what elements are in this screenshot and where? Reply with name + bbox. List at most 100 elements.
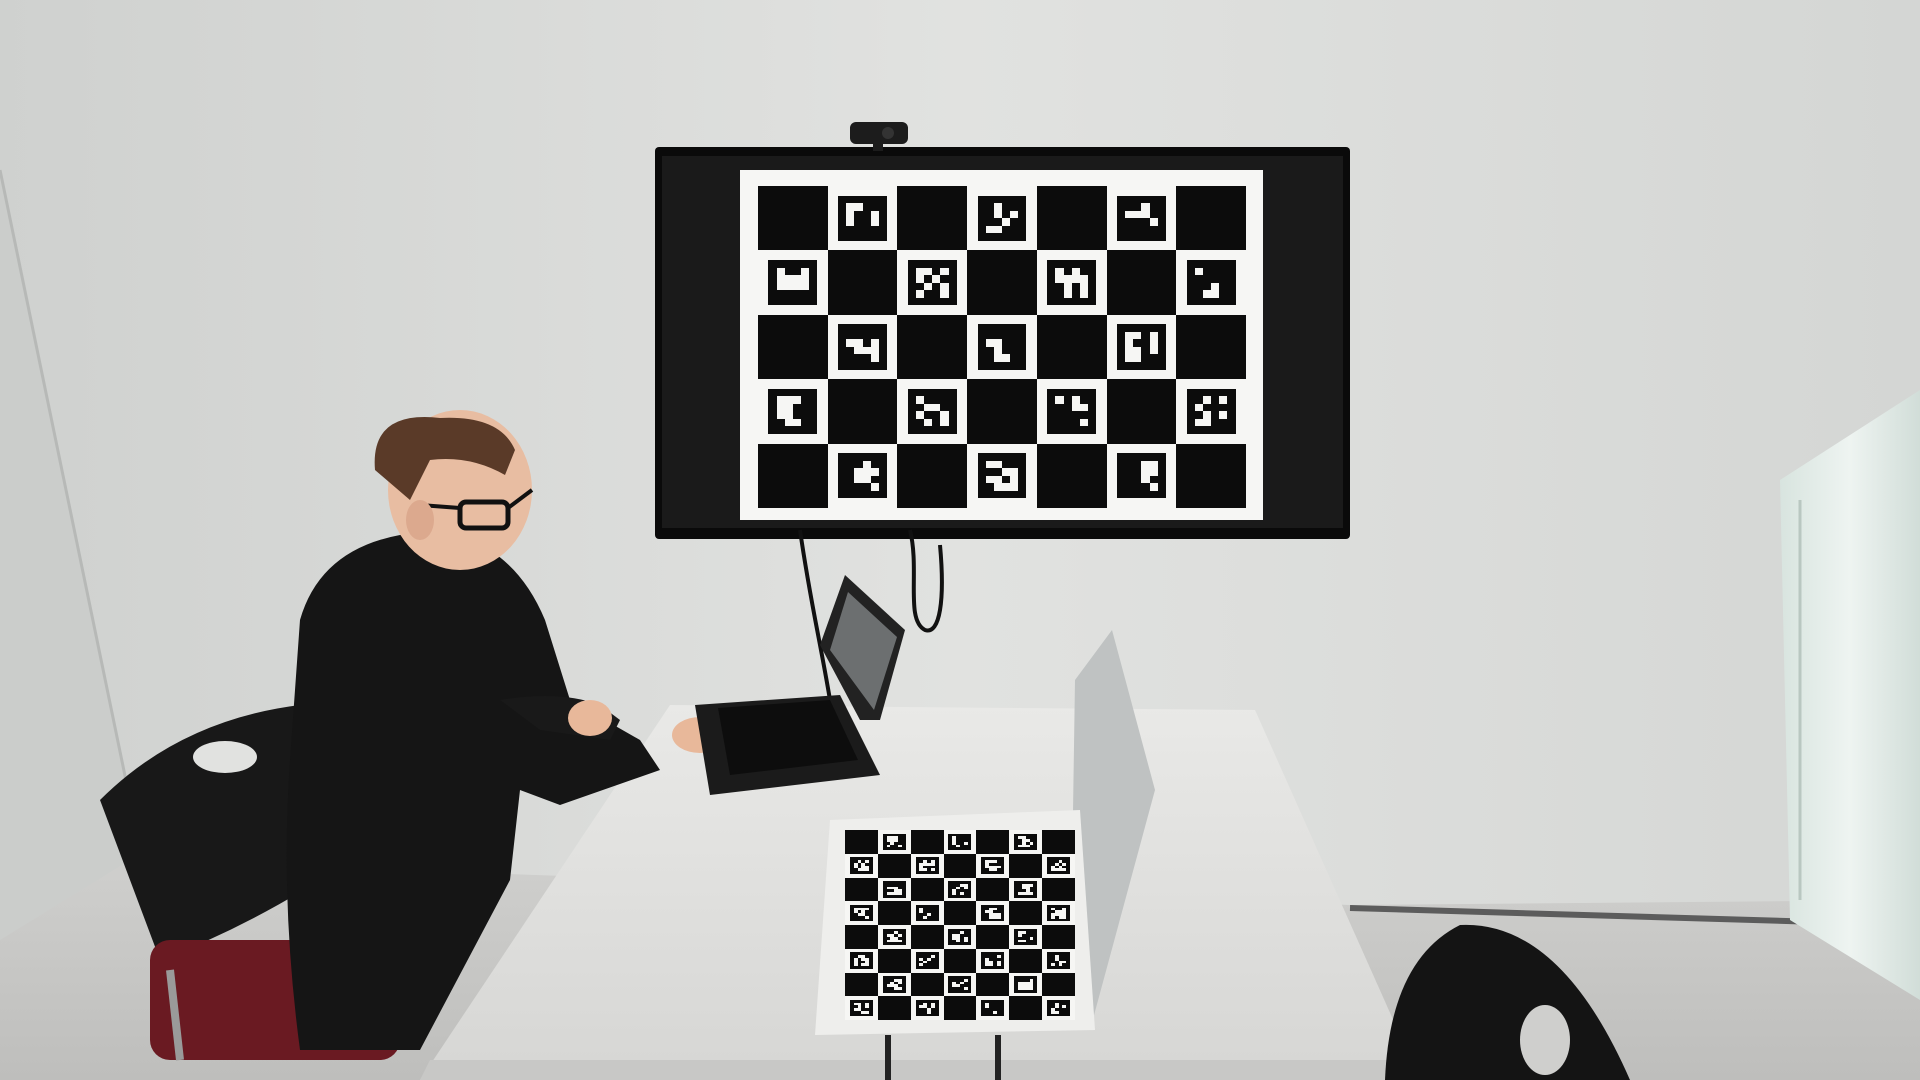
aruco-marker	[981, 904, 1005, 922]
board-square-white	[877, 830, 911, 854]
aruco-marker	[882, 833, 906, 851]
aruco-marker	[1047, 857, 1071, 874]
board-square-white	[877, 972, 911, 997]
board-square-white	[758, 379, 828, 444]
board-square-white	[1009, 925, 1043, 949]
board-square-black	[845, 830, 878, 854]
aruco-marker	[1047, 260, 1097, 306]
board-square-white	[1106, 314, 1177, 380]
aruco-marker	[948, 833, 972, 851]
aruco-marker	[981, 999, 1005, 1017]
board-square-white	[827, 186, 898, 251]
aruco-marker	[1014, 881, 1038, 898]
board-square-black	[943, 901, 977, 925]
aruco-marker	[981, 857, 1005, 874]
board-square-white	[1042, 996, 1075, 1020]
board-square-black	[976, 972, 1010, 997]
board-square-white	[967, 186, 1037, 251]
board-square-black	[827, 250, 898, 315]
board-square-black	[758, 314, 828, 380]
aruco-marker	[948, 881, 972, 898]
aruco-marker	[1047, 388, 1097, 434]
board-square-black	[1176, 314, 1246, 380]
aruco-marker	[1014, 976, 1038, 993]
board-square-white	[910, 901, 944, 925]
wall-display	[655, 147, 1350, 539]
board-square-white	[1009, 830, 1043, 854]
board-square-black	[1042, 925, 1075, 949]
board-square-white	[943, 925, 977, 949]
aruco-marker	[838, 453, 887, 499]
aruco-marker	[768, 260, 818, 306]
aruco-marker	[907, 260, 957, 306]
aruco-marker	[907, 388, 957, 434]
board-square-white	[976, 996, 1010, 1020]
board-square-black	[845, 877, 878, 902]
board-square-white	[910, 948, 944, 973]
board-square-black	[1042, 877, 1075, 902]
board-square-white	[1106, 443, 1177, 508]
board-square-black	[976, 830, 1010, 854]
aruco-marker	[948, 928, 972, 946]
board-square-white	[1176, 250, 1246, 315]
board-square-white	[976, 901, 1010, 925]
board-square-white	[967, 443, 1037, 508]
board-square-black	[967, 379, 1037, 444]
board-square-white	[910, 853, 944, 878]
aruco-marker	[915, 904, 939, 922]
aruco-marker	[838, 195, 887, 241]
board-square-black	[910, 830, 944, 854]
aruco-marker	[915, 952, 939, 969]
aruco-marker	[849, 952, 873, 969]
board-square-black	[877, 948, 911, 973]
aruco-marker	[1047, 999, 1071, 1017]
board-square-black	[943, 853, 977, 878]
board-square-black	[1042, 830, 1075, 854]
aruco-marker	[981, 952, 1005, 969]
board-square-white	[845, 996, 878, 1020]
board-square-black	[943, 996, 977, 1020]
board-square-black	[827, 379, 898, 444]
aruco-marker	[1047, 904, 1071, 922]
aruco-marker	[1117, 324, 1166, 370]
aruco-marker	[1014, 833, 1038, 851]
board-square-black	[976, 877, 1010, 902]
aruco-marker	[882, 881, 906, 898]
aruco-marker	[882, 976, 906, 993]
scene	[0, 0, 1920, 1080]
board-square-black	[1106, 379, 1177, 444]
board-square-white	[976, 948, 1010, 973]
aruco-marker	[882, 928, 906, 946]
board-square-white	[1036, 379, 1107, 444]
board-square-white	[827, 314, 898, 380]
board-square-black	[967, 250, 1037, 315]
board-square-black	[1176, 443, 1246, 508]
board-square-black	[1036, 186, 1107, 251]
board-square-white	[1106, 186, 1177, 251]
board-square-white	[1176, 379, 1246, 444]
aruco-marker	[915, 999, 939, 1017]
board-square-white	[877, 877, 911, 902]
board-square-black	[845, 972, 878, 997]
board-square-white	[1009, 877, 1043, 902]
aruco-marker	[838, 324, 887, 370]
board-square-black	[910, 877, 944, 902]
board-square-black	[1009, 996, 1043, 1020]
board-square-black	[1106, 250, 1177, 315]
aruco-marker	[948, 976, 972, 993]
board-square-white	[877, 925, 911, 949]
board-square-white	[845, 853, 878, 878]
board-square-black	[897, 186, 968, 251]
board-square-black	[877, 901, 911, 925]
board-square-black	[897, 314, 968, 380]
board-square-black	[1009, 901, 1043, 925]
board-square-white	[1009, 972, 1043, 997]
board-square-white	[976, 853, 1010, 878]
board-square-black	[897, 443, 968, 508]
board-square-black	[758, 186, 828, 251]
board-square-black	[943, 948, 977, 973]
board-square-white	[910, 996, 944, 1020]
board-square-white	[758, 250, 828, 315]
board-square-black	[1036, 314, 1107, 380]
board-square-black	[1036, 443, 1107, 508]
